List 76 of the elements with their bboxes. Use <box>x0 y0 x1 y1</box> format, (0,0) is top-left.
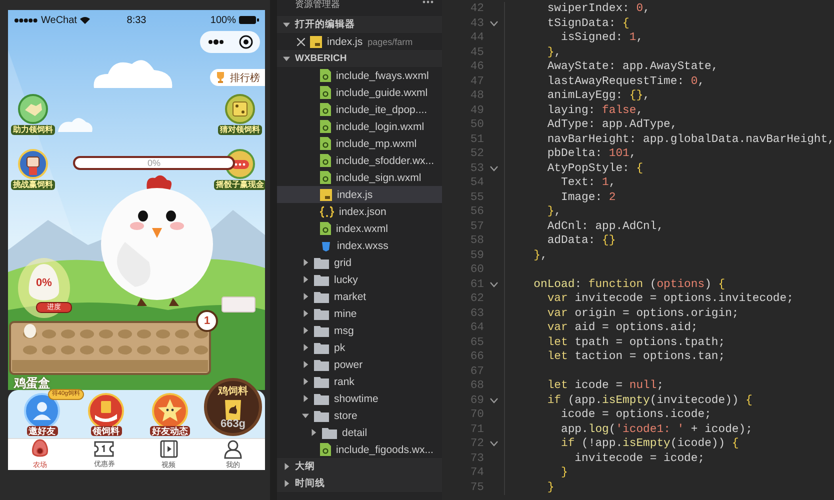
game-menu-button[interactable]: 挑战赢饲料 <box>8 149 58 190</box>
code-line: }, <box>504 205 562 220</box>
file-item[interactable]: index.json <box>277 203 442 220</box>
action-button[interactable]: 领饲料 <box>86 392 126 436</box>
code-line: isSigned: 1, <box>504 31 644 46</box>
file-path: pages/farm <box>368 36 413 46</box>
file-item[interactable]: include_sign.wxml <box>277 169 442 186</box>
code-line: animLayEgg: {}, <box>504 89 650 104</box>
file-item[interactable]: include_mp.wxml <box>277 135 442 152</box>
folder-item[interactable]: market <box>277 288 442 305</box>
code-line: navBarHeight: app.globalData.navBarHeight, <box>504 132 834 147</box>
section-header[interactable]: 时间线 <box>277 475 442 492</box>
battery-percent: 100% <box>210 14 236 26</box>
code-line: }, <box>504 248 548 263</box>
carrier-name: WeChat <box>41 14 77 26</box>
section-header[interactable]: 大纲 <box>277 458 442 475</box>
open-file-name[interactable]: index.js <box>327 36 363 48</box>
status-time: 8:33 <box>126 14 146 26</box>
code-line: icode = options.icode; <box>504 408 712 422</box>
file-item[interactable]: index.js <box>277 186 442 203</box>
section-header[interactable]: 打开的编辑器 <box>277 16 442 33</box>
code-line: var origin = options.origin; <box>504 306 739 321</box>
code-line: if (app.isEmpty(invitecode)) { <box>504 394 752 408</box>
code-line: pbDelta: 101, <box>504 147 636 162</box>
folder-item[interactable]: detail <box>277 424 442 441</box>
file-item[interactable]: index.wxml <box>277 220 442 237</box>
code-line: adData: {} <box>504 234 616 248</box>
folder-item[interactable]: msg <box>277 322 442 339</box>
feed-title: 鸡饲料 <box>218 384 248 398</box>
feed-amount: 663g <box>220 418 246 430</box>
explorer-title: 资源管理器 <box>295 0 340 9</box>
action-button[interactable]: 好友动态 <box>150 392 190 436</box>
file-item[interactable]: include_guide.wxml <box>277 84 442 101</box>
egg-tray-label: 鸡蛋盒 <box>14 375 50 392</box>
file-item[interactable]: include_ite_dpop.... <box>277 101 442 118</box>
leaderboard-button[interactable]: 排行榜 <box>210 69 265 86</box>
code-line: app.log('icode1: ' + icode); <box>504 422 752 437</box>
code-line: var aid = options.aid; <box>504 321 698 336</box>
file-item[interactable]: include_fways.wxml <box>277 67 442 84</box>
folder-item[interactable]: mine <box>277 305 442 322</box>
code-line: Text: 1, <box>504 176 616 190</box>
code-line: } <box>504 466 568 480</box>
file-item[interactable]: include_login.wxml <box>277 118 442 135</box>
code-line: invitecode = icode; <box>504 452 705 466</box>
folder-item[interactable]: power <box>277 356 442 373</box>
folder-item[interactable]: pk <box>277 339 442 356</box>
code-line: onLoad: function (options) { <box>504 278 726 292</box>
folder-item[interactable]: store <box>277 407 442 424</box>
code-line: } <box>504 480 554 495</box>
folder-item[interactable]: lucky <box>277 271 442 288</box>
code-line: tSignData: { <box>504 16 630 31</box>
code-line: AdType: app.AdType, <box>504 118 678 132</box>
code-line: let taction = options.tan; <box>504 350 726 364</box>
code-line: if (!app.isEmpty(icode)) { <box>504 437 739 452</box>
section-header[interactable]: WXBERICH <box>277 50 442 67</box>
folder-item[interactable]: grid <box>277 254 442 271</box>
folder-item[interactable]: rank <box>277 373 442 390</box>
folder-item[interactable]: showtime <box>277 390 442 407</box>
code-line: laying: false, <box>504 104 644 118</box>
file-item[interactable]: include_figoods.wx... <box>277 441 442 458</box>
code-line: }, <box>504 46 562 60</box>
code-line: AwayState: app.AwayState, <box>504 60 718 74</box>
code-line: let tpath = options.tpath; <box>504 336 726 350</box>
code-line: lastAwayRequestTime: 0, <box>504 74 705 89</box>
progress-text: 0% <box>147 158 160 168</box>
code-line: AdCnl: app.AdCnl, <box>504 220 664 234</box>
file-item[interactable]: include_sfodder.wx... <box>277 152 442 169</box>
code-line: Image: 2 <box>504 190 616 205</box>
game-menu-button[interactable]: 助力领饲料 <box>8 94 58 135</box>
code-line: var invitecode = options.invitecode; <box>504 292 794 306</box>
egg-progress-text: 0% <box>35 277 53 289</box>
code-line: swiperIndex: 0, <box>504 2 650 16</box>
code-line: AtyPopStyle: { <box>504 162 644 176</box>
file-item[interactable]: index.wxss <box>277 237 442 254</box>
code-line: let icode = null; <box>504 379 664 394</box>
game-menu-button[interactable]: 猜对领饲料 <box>215 94 265 135</box>
